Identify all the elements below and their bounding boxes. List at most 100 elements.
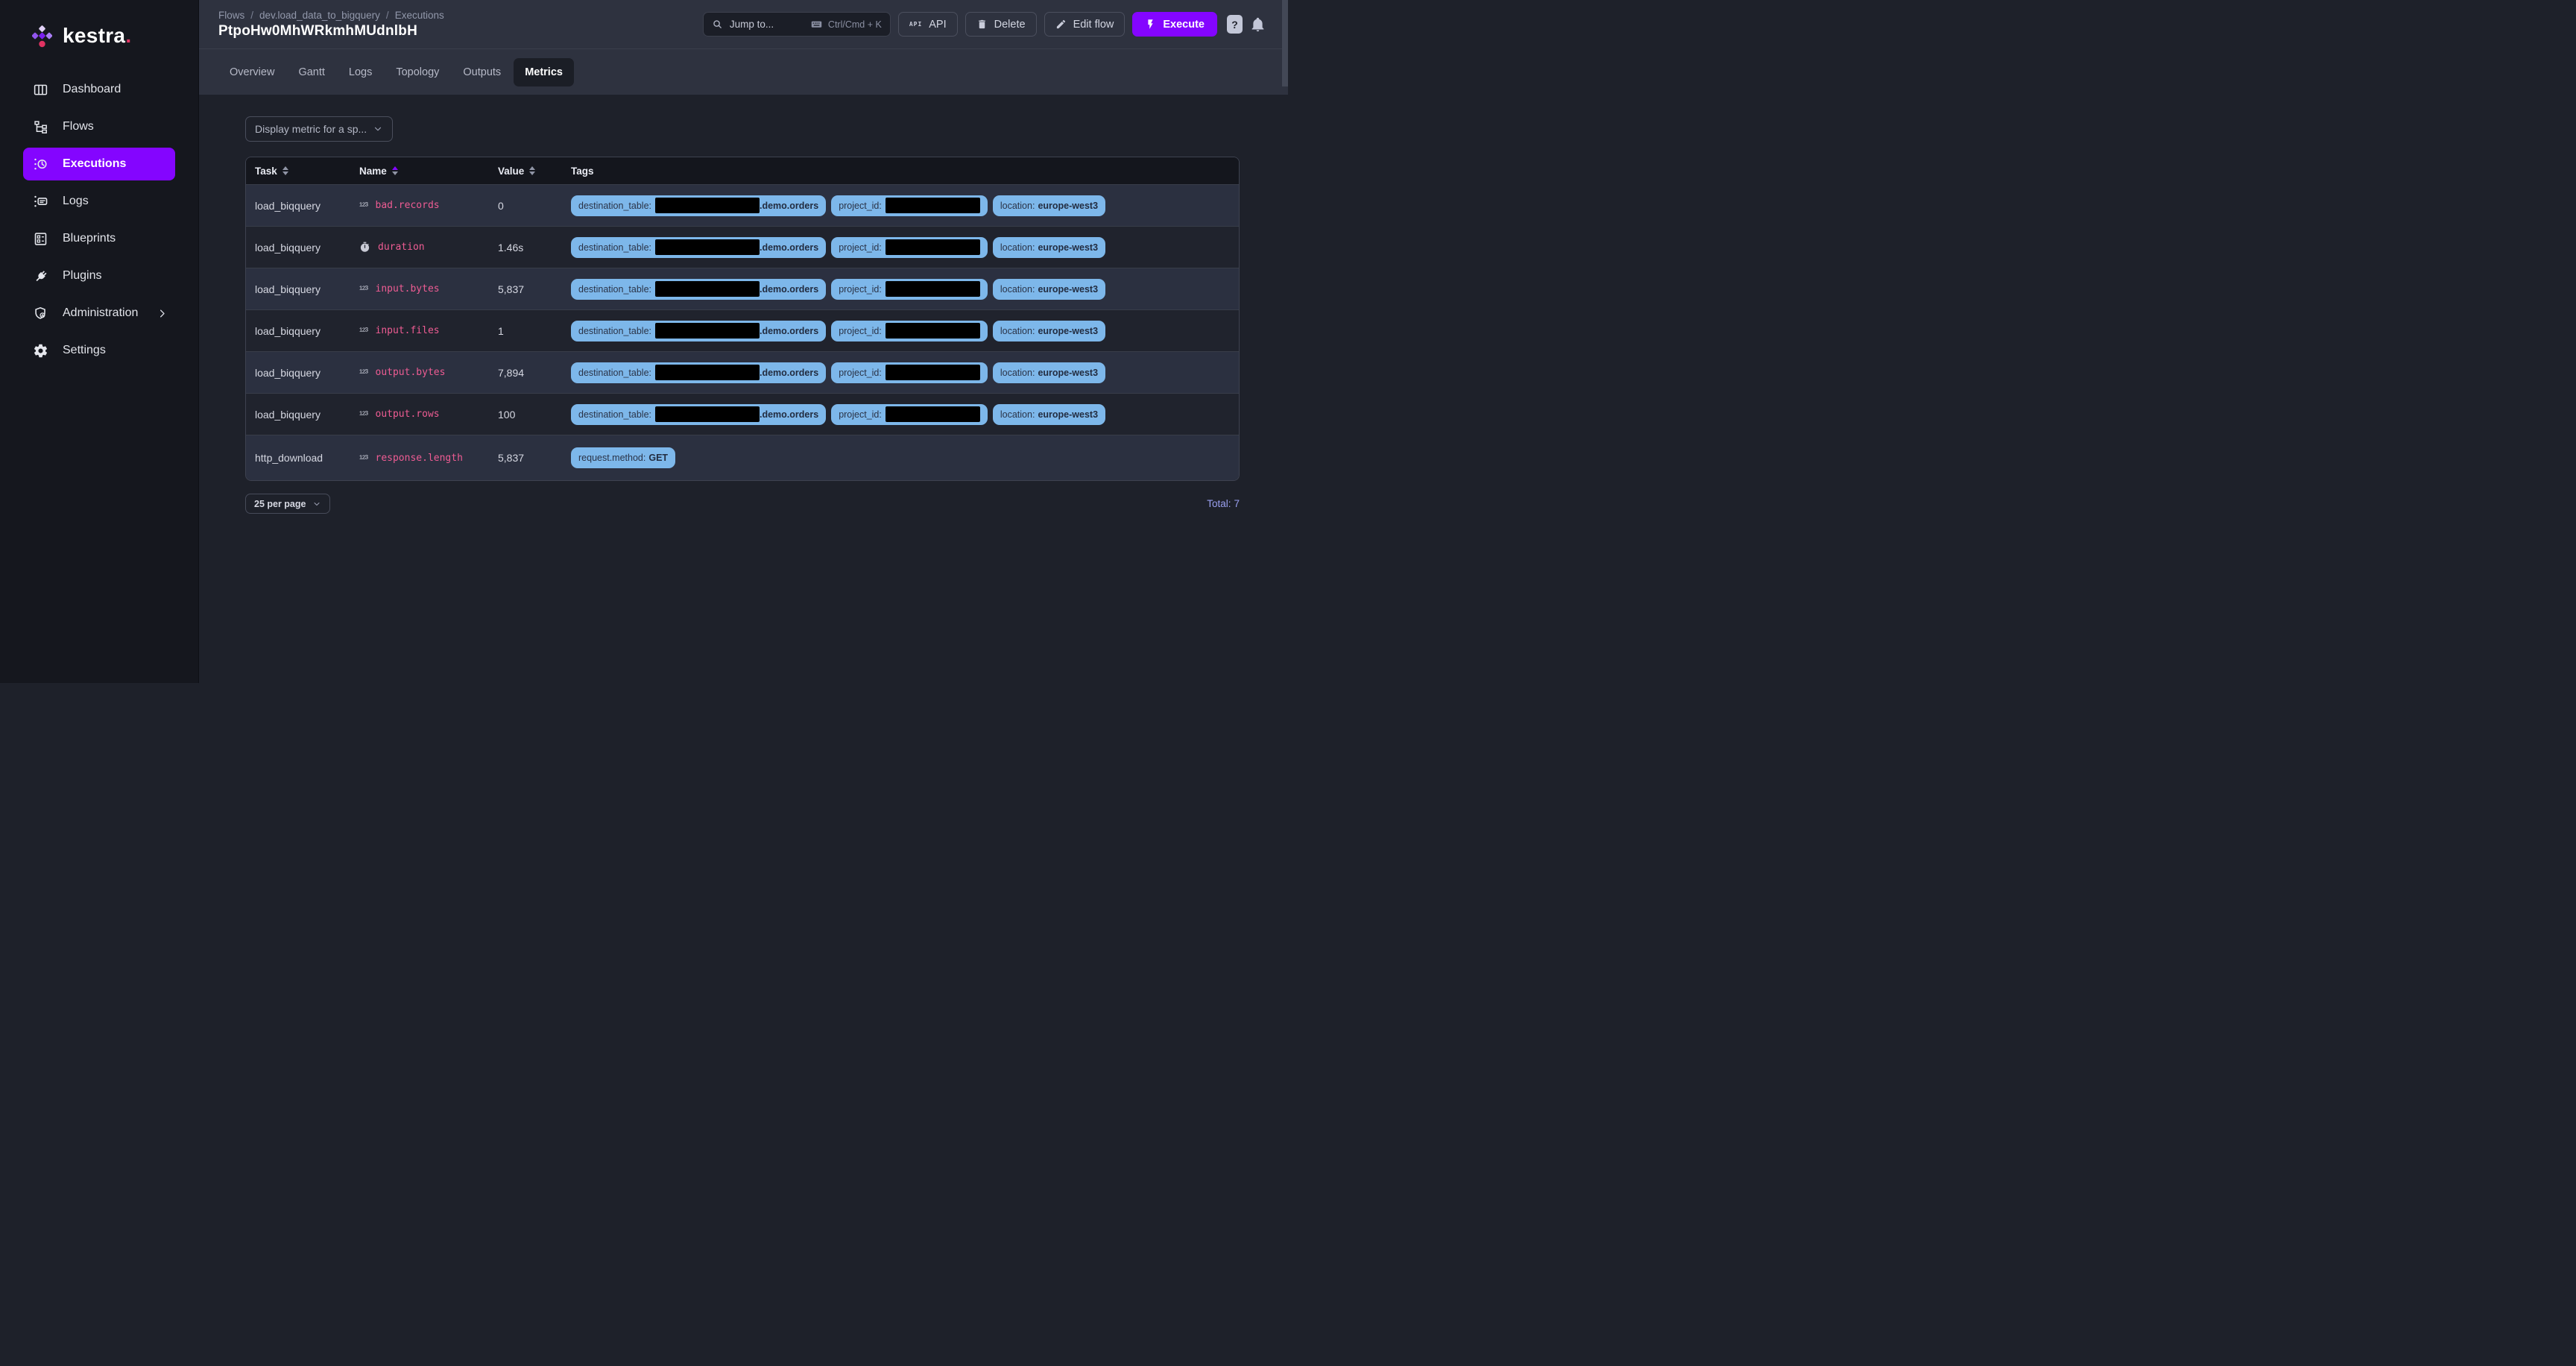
tag-value: europe-west3 (1038, 368, 1098, 378)
table-row[interactable]: http_download ¹²³ response.length 5,837 … (246, 435, 1239, 480)
name-cell: ¹²³ response.length (359, 453, 498, 464)
sidebar-item-settings[interactable]: Settings (23, 334, 175, 367)
table-row[interactable]: load_biqquery duration 1.46s destination… (246, 226, 1239, 268)
tab-outputs[interactable]: Outputs (452, 58, 512, 86)
redaction-box (886, 323, 980, 339)
breadcrumb-item[interactable]: Executions (395, 10, 444, 21)
column-header-value[interactable]: Value (498, 166, 571, 177)
task-cell: http_download (255, 452, 359, 464)
table-footer: 25 per page Total:7 (245, 494, 1240, 514)
tag-value: .demo.orders (760, 409, 818, 420)
lightning-icon (1145, 19, 1156, 30)
table-row[interactable]: load_biqquery ¹²³ output.bytes 7,894 des… (246, 351, 1239, 393)
sidebar-item-executions[interactable]: Executions (23, 148, 175, 180)
metrics-table: Task Name Value Tags load_biqquery ¹²³ b… (245, 157, 1240, 481)
sidebar: kestra. Dashboard Flows Executions Logs … (0, 0, 199, 683)
task-cell: load_biqquery (255, 242, 359, 254)
bell-icon[interactable] (1250, 16, 1266, 32)
value-cell: 100 (498, 409, 571, 421)
sidebar-item-label: Logs (63, 195, 89, 208)
redaction-box (655, 323, 760, 339)
numeric-icon: ¹²³ (359, 453, 368, 464)
sidebar-item-flows[interactable]: Flows (23, 110, 175, 143)
tag-pill: destination_table: .demo.orders (571, 195, 826, 216)
name-cell: ¹²³ output.rows (359, 409, 498, 420)
redaction-box (886, 239, 980, 255)
breadcrumb-item[interactable]: Flows (218, 10, 244, 21)
value-cell: 7,894 (498, 367, 571, 379)
tab-label: Overview (230, 66, 274, 78)
numeric-icon: ¹²³ (359, 367, 368, 378)
sort-icon (529, 166, 535, 175)
tab-overview[interactable]: Overview (218, 58, 285, 86)
metric-name[interactable]: input.files (376, 325, 440, 336)
sidebar-item-label: Flows (63, 120, 94, 133)
blueprints-icon (33, 231, 48, 247)
table-row[interactable]: load_biqquery ¹²³ output.rows 100 destin… (246, 393, 1239, 435)
breadcrumb-item[interactable]: dev.load_data_to_bigquery (259, 10, 380, 21)
tag-label: project_id: (839, 201, 882, 211)
tag-value: europe-west3 (1038, 326, 1098, 336)
sidebar-item-administration[interactable]: Administration (23, 297, 175, 330)
tab-metrics[interactable]: Metrics (514, 58, 574, 86)
metric-filter-select[interactable]: Display metric for a sp... (245, 116, 393, 142)
column-header-tags[interactable]: Tags (571, 166, 1230, 177)
sidebar-item-logs[interactable]: Logs (23, 185, 175, 218)
scrollbar-thumb[interactable] (1282, 0, 1288, 86)
api-button[interactable]: API API (898, 12, 958, 37)
delete-button[interactable]: Delete (965, 12, 1037, 37)
help-icon[interactable]: ? (1227, 15, 1243, 34)
redaction-box (886, 198, 980, 213)
tab-label: Topology (396, 66, 439, 78)
metric-name[interactable]: output.bytes (376, 367, 446, 378)
metric-name[interactable]: output.rows (376, 409, 440, 420)
redaction-box (886, 281, 980, 297)
metric-filter-placeholder: Display metric for a sp... (255, 123, 367, 135)
sidebar-item-blueprints[interactable]: Blueprints (23, 222, 175, 255)
tab-logs[interactable]: Logs (338, 58, 383, 86)
tag-label: project_id: (839, 284, 882, 295)
per-page-label: 25 per page (254, 499, 306, 509)
tag-pill: destination_table: .demo.orders (571, 404, 826, 425)
flows-icon (33, 119, 48, 135)
table-row[interactable]: load_biqquery ¹²³ bad.records 0 destinat… (246, 184, 1239, 226)
tag-value: .demo.orders (760, 368, 818, 378)
tag-pill: destination_table: .demo.orders (571, 321, 826, 342)
table-row[interactable]: load_biqquery ¹²³ input.files 1 destinat… (246, 309, 1239, 351)
sidebar-item-dashboard[interactable]: Dashboard (23, 73, 175, 106)
content-area: Display metric for a sp... Task Name Val… (199, 95, 1288, 683)
tag-pill: location: europe-west3 (993, 321, 1105, 342)
column-header-name[interactable]: Name (359, 166, 498, 177)
search-input[interactable] (730, 19, 798, 30)
sidebar-item-label: Administration (63, 306, 138, 320)
sidebar-item-plugins[interactable]: Plugins (23, 259, 175, 292)
tag-label: location: (1000, 242, 1035, 253)
value-cell: 1 (498, 325, 571, 337)
table-row[interactable]: load_biqquery ¹²³ input.bytes 5,837 dest… (246, 268, 1239, 309)
total-count: Total:7 (1207, 498, 1240, 509)
dashboard-icon (33, 82, 48, 98)
metric-name[interactable]: duration (378, 242, 425, 253)
task-cell: load_biqquery (255, 200, 359, 212)
kestra-logo[interactable]: kestra. (0, 0, 198, 67)
metric-name[interactable]: bad.records (376, 200, 440, 211)
tag-pill: project_id: (831, 237, 988, 258)
execute-button[interactable]: Execute (1132, 12, 1217, 37)
metric-name[interactable]: input.bytes (376, 283, 440, 295)
tab-label: Outputs (463, 66, 501, 78)
per-page-select[interactable]: 25 per page (245, 494, 330, 514)
tab-gantt[interactable]: Gantt (287, 58, 335, 86)
tag-pill: destination_table: .demo.orders (571, 237, 826, 258)
edit-flow-button[interactable]: Edit flow (1044, 12, 1126, 37)
logs-icon (33, 194, 48, 210)
tab-topology[interactable]: Topology (385, 58, 450, 86)
metric-name[interactable]: response.length (376, 453, 463, 464)
tag-label: location: (1000, 284, 1035, 295)
jump-to-search[interactable]: Ctrl/Cmd + K (703, 12, 891, 37)
tab-bar: Overview GanttLogs Topology Outputs Metrics (199, 48, 1288, 95)
column-header-task[interactable]: Task (255, 166, 359, 177)
api-icon: API (909, 21, 922, 28)
tag-label: destination_table: (578, 326, 651, 336)
tag-value: GET (648, 453, 668, 463)
chevron-down-icon (373, 124, 383, 134)
